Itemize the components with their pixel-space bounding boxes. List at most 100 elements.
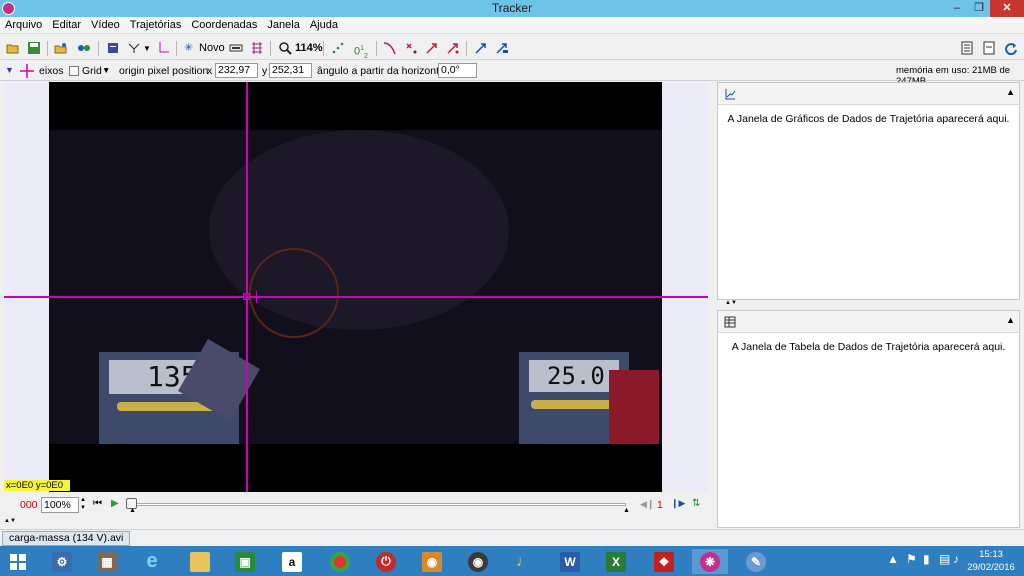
close-button[interactable]: ✕ bbox=[990, 0, 1024, 17]
step-forward-icon[interactable]: ❙▶ bbox=[671, 498, 685, 509]
paint-icon: ✎ bbox=[746, 551, 766, 572]
table-icon[interactable] bbox=[724, 316, 736, 328]
video-viewer[interactable]: 135 25.0 bbox=[4, 82, 708, 492]
action-center-icon[interactable]: ⚑ bbox=[906, 552, 917, 566]
table-pane[interactable]: ▲ A Janela de Tabela de Dados de Trajetó… bbox=[717, 310, 1020, 528]
video-frame[interactable]: 135 25.0 bbox=[49, 82, 662, 492]
trails-icon[interactable] bbox=[331, 41, 345, 55]
show-hidden-icons-icon[interactable]: ▲ bbox=[887, 552, 899, 566]
plot-collapse-icon[interactable]: ▲ bbox=[1006, 87, 1015, 97]
taskbar-control-panel[interactable]: ⚙ bbox=[44, 549, 80, 574]
export-icon[interactable] bbox=[77, 41, 91, 55]
menu-ajuda[interactable]: Ajuda bbox=[305, 17, 343, 31]
reset-icon[interactable]: ⏮ bbox=[93, 498, 102, 509]
maximize-button[interactable]: ❐ bbox=[968, 0, 990, 17]
taskbar-internet-explorer[interactable]: e bbox=[134, 549, 170, 574]
loop-icon[interactable]: ⇅ bbox=[692, 498, 700, 509]
step-back-icon[interactable]: ◀❙ bbox=[640, 499, 654, 510]
center-of-mass-icon[interactable] bbox=[495, 41, 509, 55]
word-icon: W bbox=[560, 551, 580, 572]
mouse-coordinate-readout: x=0E0 y=0E0 bbox=[4, 480, 70, 491]
zoom-icon[interactable] bbox=[278, 41, 292, 55]
system-clock[interactable]: 15:13 29/02/2016 bbox=[960, 548, 1022, 574]
menu-video[interactable]: Vídeo bbox=[86, 17, 125, 31]
import-video-icon[interactable] bbox=[54, 41, 68, 55]
taskbar-app-9[interactable]: ◉ bbox=[414, 549, 450, 574]
axes-toolbar: ▼ eixos Grid ▼ origin pixel position x 2… bbox=[0, 61, 1024, 87]
taskbar-file-explorer[interactable] bbox=[182, 549, 218, 574]
taskbar-excel[interactable]: X bbox=[598, 549, 634, 574]
file-tab[interactable]: carga-massa (134 V).avi bbox=[2, 531, 131, 546]
footprint-icon[interactable] bbox=[250, 41, 264, 55]
network-icon[interactable]: ▤ bbox=[939, 552, 950, 566]
acceleration-vector-icon[interactable] bbox=[446, 41, 460, 55]
step-subscript: 2 bbox=[364, 52, 368, 60]
step-size-icon[interactable]: 012 bbox=[354, 41, 368, 60]
y-axis-line[interactable] bbox=[246, 82, 248, 492]
new-track-button[interactable]: Novo bbox=[199, 41, 225, 56]
menu-editar[interactable]: Editar bbox=[47, 17, 86, 31]
plot-icon[interactable] bbox=[724, 88, 736, 100]
playback-rate-field[interactable]: 100% bbox=[41, 497, 79, 513]
start-marker-icon[interactable]: ▲ bbox=[129, 507, 136, 514]
player-divider-icon[interactable]: ▲▼ bbox=[4, 518, 708, 524]
document-icon[interactable] bbox=[982, 41, 996, 55]
step-size-value[interactable]: 1 bbox=[657, 499, 663, 511]
save-icon[interactable] bbox=[27, 41, 41, 55]
end-marker-icon[interactable]: ▲ bbox=[623, 507, 630, 514]
taskbar-word[interactable]: W bbox=[552, 549, 588, 574]
new-track-icon[interactable]: ✳ bbox=[184, 41, 193, 56]
start-button[interactable] bbox=[0, 549, 36, 574]
file-explorer-icon bbox=[190, 551, 210, 572]
plot-pane[interactable]: ▲ A Janela de Gráficos de Dados de Traje… bbox=[717, 82, 1020, 300]
track-control-icon[interactable] bbox=[229, 41, 243, 55]
clip-settings-icon[interactable] bbox=[106, 41, 120, 55]
rate-spinner-icon[interactable]: ▲ ▼ bbox=[80, 496, 86, 512]
axes-origin-handle[interactable] bbox=[243, 293, 250, 300]
taskbar-store[interactable]: ▣ bbox=[227, 549, 263, 574]
angle-field[interactable]: 0,0° bbox=[438, 63, 477, 78]
taskbar-power-app[interactable]: ⏻ bbox=[368, 549, 404, 574]
play-icon[interactable]: ▶ bbox=[111, 498, 119, 509]
grid-checkbox[interactable] bbox=[69, 66, 79, 76]
chrome-icon bbox=[330, 551, 350, 572]
position-label-icon[interactable] bbox=[404, 41, 418, 55]
origin-x-field[interactable]: 232,97 bbox=[215, 63, 258, 78]
pane-divider-icon[interactable]: ▲▼ bbox=[725, 300, 737, 306]
frame-counter[interactable]: 000 bbox=[20, 499, 38, 511]
grid-dropdown-icon[interactable]: ▼ bbox=[102, 65, 110, 75]
minimize-button[interactable]: – bbox=[946, 0, 968, 17]
x-axis-line[interactable] bbox=[4, 296, 708, 298]
internet-explorer-icon: e bbox=[146, 550, 158, 572]
taskbar-app-11[interactable]: ♩ bbox=[506, 549, 542, 574]
plot-placeholder: A Janela de Gráficos de Dados de Trajetó… bbox=[727, 113, 1010, 125]
axes-toggle-icon[interactable] bbox=[156, 41, 170, 55]
taskbar-media-player[interactable]: ◉ bbox=[460, 549, 496, 574]
taskbar-app-2[interactable]: ▦ bbox=[89, 549, 125, 574]
notes-icon[interactable] bbox=[960, 41, 974, 55]
axes-cross-icon[interactable] bbox=[20, 64, 34, 78]
table-collapse-icon[interactable]: ▲ bbox=[1006, 315, 1015, 325]
origin-y-field[interactable]: 252,31 bbox=[269, 63, 312, 78]
vector-sum-icon[interactable] bbox=[474, 41, 488, 55]
open-folder-icon[interactable] bbox=[6, 41, 20, 55]
zoom-level[interactable]: 114% bbox=[295, 41, 323, 56]
axes-collapse-icon[interactable]: ▼ bbox=[5, 65, 14, 75]
taskbar-tracker[interactable]: ❋ bbox=[692, 549, 728, 574]
refresh-icon[interactable] bbox=[1004, 41, 1018, 55]
menu-trajetorias[interactable]: Trajetórias bbox=[125, 17, 187, 31]
calibration-tool-icon[interactable] bbox=[127, 41, 141, 55]
battery-icon[interactable]: ▮ bbox=[923, 552, 930, 566]
path-icon[interactable] bbox=[383, 41, 397, 55]
menu-coordenadas[interactable]: Coordenadas bbox=[186, 17, 262, 31]
volume-icon[interactable]: ♪ bbox=[953, 552, 959, 566]
taskbar-chrome[interactable] bbox=[322, 549, 358, 574]
calibration-dropdown-icon[interactable]: ▼ bbox=[143, 41, 151, 56]
playback-slider[interactable] bbox=[132, 503, 626, 506]
taskbar-paint[interactable]: ✎ bbox=[738, 549, 774, 574]
menu-janela[interactable]: Janela bbox=[262, 17, 304, 31]
menu-arquivo[interactable]: Arquivo bbox=[0, 17, 47, 31]
velocity-vector-icon[interactable] bbox=[425, 41, 439, 55]
taskbar-acrobat[interactable]: ❖ bbox=[646, 549, 682, 574]
taskbar-amazon[interactable]: a bbox=[274, 549, 310, 574]
